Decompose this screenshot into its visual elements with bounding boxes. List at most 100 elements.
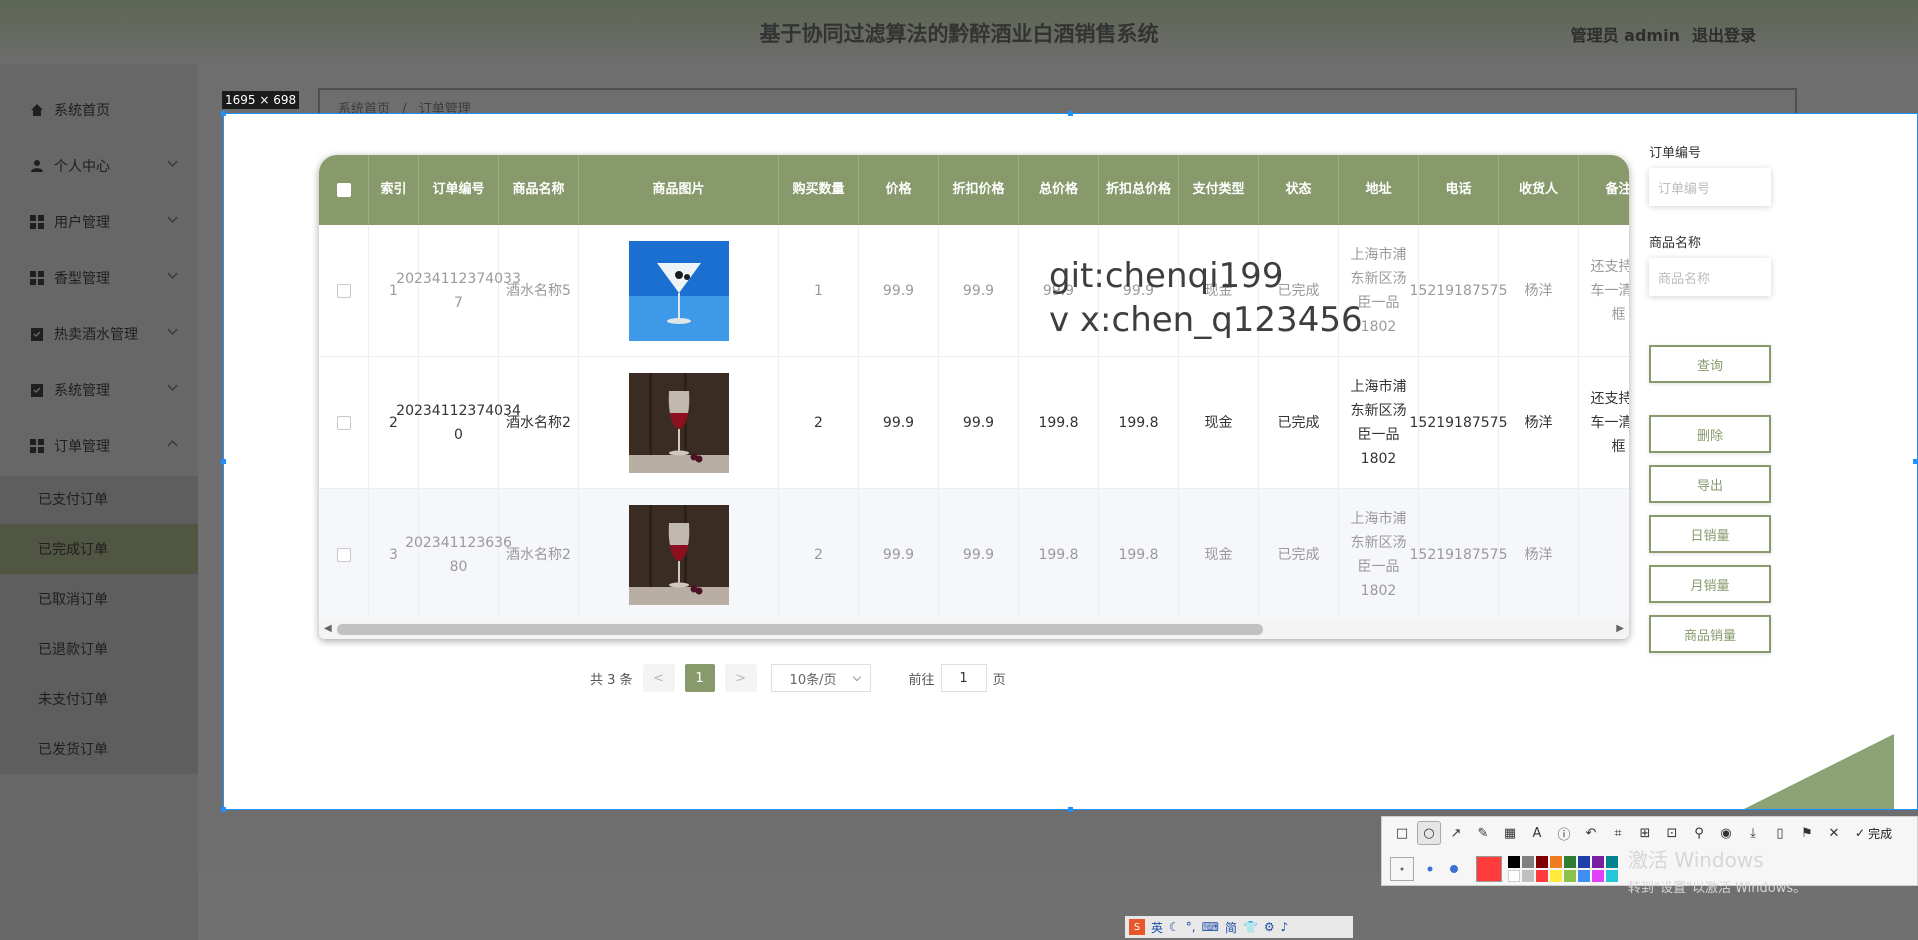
mosaic-tool-icon[interactable]: ▦ xyxy=(1498,821,1522,845)
scroll-left-icon[interactable]: ◀ xyxy=(324,623,332,634)
small-dot-size-icon[interactable] xyxy=(1390,857,1414,881)
product-sales-button[interactable]: 商品销量 xyxy=(1649,615,1771,653)
row-select[interactable] xyxy=(319,357,369,489)
ellipse-tool-icon[interactable]: ○ xyxy=(1417,821,1441,845)
color-swatch[interactable] xyxy=(1578,856,1590,868)
tiktok-icon[interactable]: ♪ xyxy=(1281,920,1289,934)
page-size-select[interactable]: 10条/页 xyxy=(770,664,871,692)
scroll-right-icon[interactable]: ▶ xyxy=(1616,623,1624,634)
number-tool-icon[interactable]: ⓘ xyxy=(1552,821,1576,845)
goto-page-input[interactable]: 1 xyxy=(940,664,987,692)
sidebar-item-personal-center[interactable]: 个人中心 xyxy=(0,138,198,194)
page-number-button[interactable]: 1 xyxy=(684,664,715,692)
ime-language[interactable]: 英 xyxy=(1151,919,1163,936)
color-swatch[interactable] xyxy=(1522,856,1534,868)
punctuation-icon[interactable]: °, xyxy=(1186,920,1196,934)
sidebar-item-user-management[interactable]: 用户管理 xyxy=(0,194,198,250)
color-swatch[interactable] xyxy=(1592,870,1604,882)
select-all-checkbox[interactable] xyxy=(336,183,351,197)
sidebar-item-home[interactable]: 系统首页 xyxy=(0,82,198,138)
submenu-paid-orders[interactable]: 已支付订单 xyxy=(0,474,198,524)
delete-button[interactable]: 删除 xyxy=(1649,415,1771,453)
close-icon[interactable]: ✕ xyxy=(1822,821,1846,845)
color-swatch[interactable] xyxy=(1606,856,1618,868)
color-swatch[interactable] xyxy=(1606,870,1618,882)
scan-icon[interactable]: ⊡ xyxy=(1660,821,1684,845)
table-row[interactable]: 1 20234112374033 7 酒水名称5 1 99.9 99.9 99.… xyxy=(319,225,1629,357)
moon-icon[interactable]: ☾ xyxy=(1169,920,1180,934)
color-swatch[interactable] xyxy=(1536,870,1548,882)
query-button[interactable]: 查询 xyxy=(1649,345,1771,383)
header-select-all[interactable] xyxy=(319,155,369,225)
color-swatch[interactable] xyxy=(1508,870,1520,882)
cocktail-image[interactable] xyxy=(628,241,729,341)
row-select[interactable] xyxy=(319,489,369,621)
sidebar-item-hot-drinks[interactable]: 热卖酒水管理 xyxy=(0,306,198,362)
sidebar-item-aroma-management[interactable]: 香型管理 xyxy=(0,250,198,306)
submenu-shipped-orders[interactable]: 已发货订单 xyxy=(0,724,198,774)
text-tool-icon[interactable]: A xyxy=(1525,821,1549,845)
row-checkbox[interactable] xyxy=(336,548,351,562)
download-icon[interactable]: ⤓ xyxy=(1741,821,1765,845)
prev-page-button[interactable]: < xyxy=(642,664,675,692)
pen-tool-icon[interactable]: ✎ xyxy=(1471,821,1495,845)
daily-sales-button[interactable]: 日销量 xyxy=(1649,515,1771,553)
color-swatch[interactable] xyxy=(1578,870,1590,882)
resize-handle-sw[interactable] xyxy=(221,807,226,812)
wine-glass-image[interactable] xyxy=(628,373,729,473)
settings-icon[interactable]: ⚙ xyxy=(1264,920,1275,934)
done-button[interactable]: ✓ 完成 xyxy=(1855,825,1892,842)
product-name-input[interactable]: 商品名称 xyxy=(1649,258,1771,296)
crop-icon[interactable]: ⌗ xyxy=(1606,821,1630,845)
submenu-refunded-orders[interactable]: 已退款订单 xyxy=(0,624,198,674)
submenu-cancelled-orders[interactable]: 已取消订单 xyxy=(0,574,198,624)
rectangle-tool-icon[interactable]: □ xyxy=(1390,821,1414,845)
resize-handle-nw[interactable] xyxy=(221,111,226,116)
sogou-logo-icon[interactable]: S xyxy=(1129,919,1145,935)
ime-simplified[interactable]: 简 xyxy=(1225,919,1237,936)
order-no-input[interactable]: 订单编号 xyxy=(1649,168,1771,206)
phone-icon[interactable]: ▯ xyxy=(1768,821,1792,845)
submenu-completed-orders[interactable]: 已完成订单 xyxy=(0,524,198,574)
wine-glass-image[interactable] xyxy=(628,505,729,605)
logout-link[interactable]: 退出登录 xyxy=(1692,22,1756,46)
color-swatch[interactable] xyxy=(1550,870,1562,882)
large-dot-size-icon[interactable] xyxy=(1442,857,1466,881)
horizontal-scrollbar[interactable]: ◀ ▶ xyxy=(319,619,1629,639)
row-select[interactable] xyxy=(319,225,369,357)
color-swatch[interactable] xyxy=(1564,856,1576,868)
record-icon[interactable]: ◉ xyxy=(1714,821,1738,845)
resize-handle-n[interactable] xyxy=(1068,111,1073,116)
ocr-icon[interactable]: ⊞ xyxy=(1633,821,1657,845)
color-swatch[interactable] xyxy=(1592,856,1604,868)
color-swatch[interactable] xyxy=(1564,870,1576,882)
arrow-tool-icon[interactable]: ↗ xyxy=(1444,821,1468,845)
undo-icon[interactable]: ↶ xyxy=(1579,821,1603,845)
capture-selection[interactable]: 索引 订单编号 商品名称 商品图片 购买数量 价格 折扣价格 总价格 折扣总价格… xyxy=(223,113,1918,810)
next-page-button[interactable]: > xyxy=(724,664,757,692)
keyboard-icon[interactable]: ⌨ xyxy=(1202,920,1219,934)
current-color-swatch[interactable] xyxy=(1476,856,1502,882)
sidebar-item-order-management[interactable]: 订单管理 xyxy=(0,418,198,474)
color-swatch[interactable] xyxy=(1536,856,1548,868)
color-swatch[interactable] xyxy=(1508,856,1520,868)
resize-handle-e[interactable] xyxy=(1913,459,1918,464)
export-button[interactable]: 导出 xyxy=(1649,465,1771,503)
medium-dot-size-icon[interactable] xyxy=(1418,857,1442,881)
pin-icon[interactable]: ⚲ xyxy=(1687,821,1711,845)
table-row[interactable]: 2 20234112374034 0 酒水名称2 2 99.9 99.9 199… xyxy=(319,357,1629,489)
submenu-unpaid-orders[interactable]: 未支付订单 xyxy=(0,674,198,724)
table-row[interactable]: 3 202341123636 80 酒水名称2 2 99.9 99.9 199.… xyxy=(319,489,1629,621)
resize-handle-w[interactable] xyxy=(221,459,226,464)
monthly-sales-button[interactable]: 月销量 xyxy=(1649,565,1771,603)
resize-handle-s[interactable] xyxy=(1068,807,1073,812)
sidebar-item-system-management[interactable]: 系统管理 xyxy=(0,362,198,418)
color-swatch[interactable] xyxy=(1550,856,1562,868)
skin-icon[interactable]: 👕 xyxy=(1243,920,1258,934)
row-checkbox[interactable] xyxy=(336,284,351,298)
row-checkbox[interactable] xyxy=(336,416,351,430)
scrollbar-thumb[interactable] xyxy=(337,624,1263,635)
color-swatch[interactable] xyxy=(1522,870,1534,882)
watermark-line: git:chenqi199 xyxy=(1049,256,1284,296)
bookmark-icon[interactable]: ⚑ xyxy=(1795,821,1819,845)
